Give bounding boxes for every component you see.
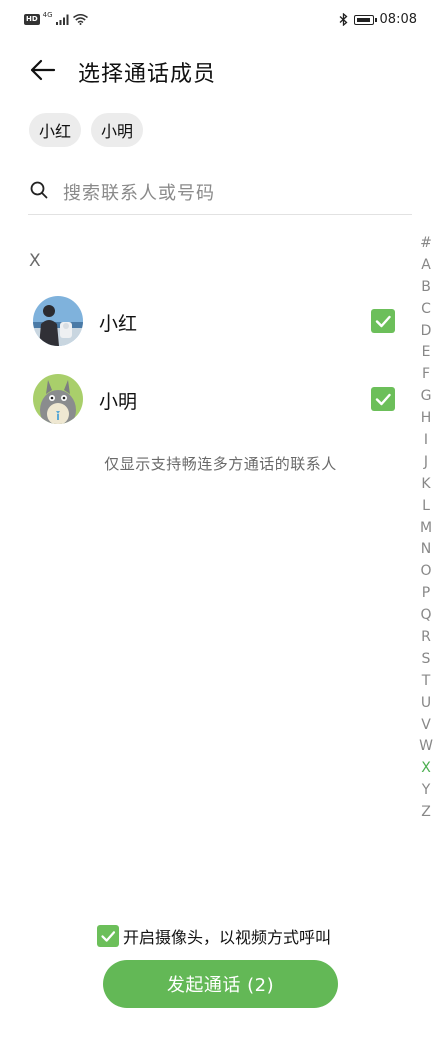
index-letter[interactable]: X (415, 758, 437, 780)
network-type: 4G (42, 10, 53, 19)
selected-chip[interactable]: 小明 (91, 113, 144, 147)
list-item[interactable]: 小明 (0, 361, 412, 437)
index-letter[interactable]: A (415, 255, 437, 277)
index-letter[interactable]: H (415, 408, 437, 430)
contact-checkbox[interactable] (371, 387, 395, 411)
battery-level (356, 17, 370, 22)
page-title: 选择通话成员 (78, 62, 217, 87)
index-letter[interactable]: V (415, 715, 437, 737)
index-letter[interactable]: G (415, 386, 437, 408)
camera-checkbox[interactable] (97, 925, 119, 947)
battery-icon (353, 14, 377, 25)
index-letter[interactable]: R (415, 627, 437, 649)
list-item[interactable]: 小红 (0, 283, 412, 359)
chip-label: 小明 (101, 122, 134, 141)
totoro-avatar (33, 374, 83, 424)
signal-icon (55, 14, 69, 25)
section-letter: X (29, 251, 41, 271)
index-letter[interactable]: T (415, 671, 437, 693)
contact-name: 小红 (99, 313, 138, 335)
checkmark-icon (101, 931, 116, 942)
checkmark-icon (375, 393, 391, 406)
index-letter[interactable]: N (415, 539, 437, 561)
header: 选择通话成员 (0, 44, 441, 100)
search-input[interactable]: 搜索联系人或号码 (28, 168, 412, 215)
alphabet-index[interactable]: # A B C D E F G H I J K L M N O P Q R S T U V W X Y Z (415, 233, 437, 824)
index-letter[interactable]: Z (415, 802, 437, 824)
index-letter[interactable]: W (415, 736, 437, 758)
contact-name: 小明 (99, 391, 138, 413)
index-letter[interactable]: M (415, 518, 437, 540)
status-left: HD 4G (24, 10, 88, 25)
index-letter[interactable]: O (415, 561, 437, 583)
index-letter[interactable]: Y (415, 780, 437, 802)
index-letter[interactable]: B (415, 277, 437, 299)
checkmark-icon (375, 315, 391, 328)
index-letter[interactable]: L (415, 496, 437, 518)
selected-chips: 小红 小明 (29, 113, 144, 147)
index-letter[interactable]: # (415, 233, 437, 255)
index-letter[interactable]: U (415, 693, 437, 715)
index-letter[interactable]: P (415, 583, 437, 605)
start-call-label: 发起通话 (2) (166, 975, 275, 996)
index-letter[interactable]: F (415, 364, 437, 386)
index-letter[interactable]: S (415, 649, 437, 671)
status-right: 08:08 (339, 12, 417, 27)
back-button[interactable] (28, 54, 60, 86)
index-letter[interactable]: K (415, 474, 437, 496)
index-letter[interactable]: D (415, 321, 437, 343)
hd-badge: HD (24, 14, 40, 25)
index-letter[interactable]: J (415, 452, 437, 474)
start-call-button[interactable]: 发起通话 (2) (103, 960, 338, 1008)
search-icon (30, 181, 48, 199)
photo-avatar (33, 296, 83, 346)
status-bar: HD 4G 08:08 (0, 0, 441, 44)
index-letter[interactable]: C (415, 299, 437, 321)
selected-chip[interactable]: 小红 (29, 113, 82, 147)
search-placeholder: 搜索联系人或号码 (63, 183, 215, 204)
arrow-left-icon (30, 59, 56, 81)
bluetooth-icon (339, 13, 348, 26)
camera-option[interactable]: 开启摄像头，以视频方式呼叫 (97, 924, 331, 948)
index-letter[interactable]: E (415, 342, 437, 364)
chip-label: 小红 (39, 122, 72, 141)
camera-label: 开启摄像头，以视频方式呼叫 (123, 928, 332, 947)
contact-checkbox[interactable] (371, 309, 395, 333)
hint-text: 仅显示支持畅连多方通话的联系人 (104, 455, 337, 473)
wifi-icon (72, 14, 88, 25)
status-time: 08:08 (379, 12, 417, 27)
index-letter[interactable]: I (415, 430, 437, 452)
index-letter[interactable]: Q (415, 605, 437, 627)
